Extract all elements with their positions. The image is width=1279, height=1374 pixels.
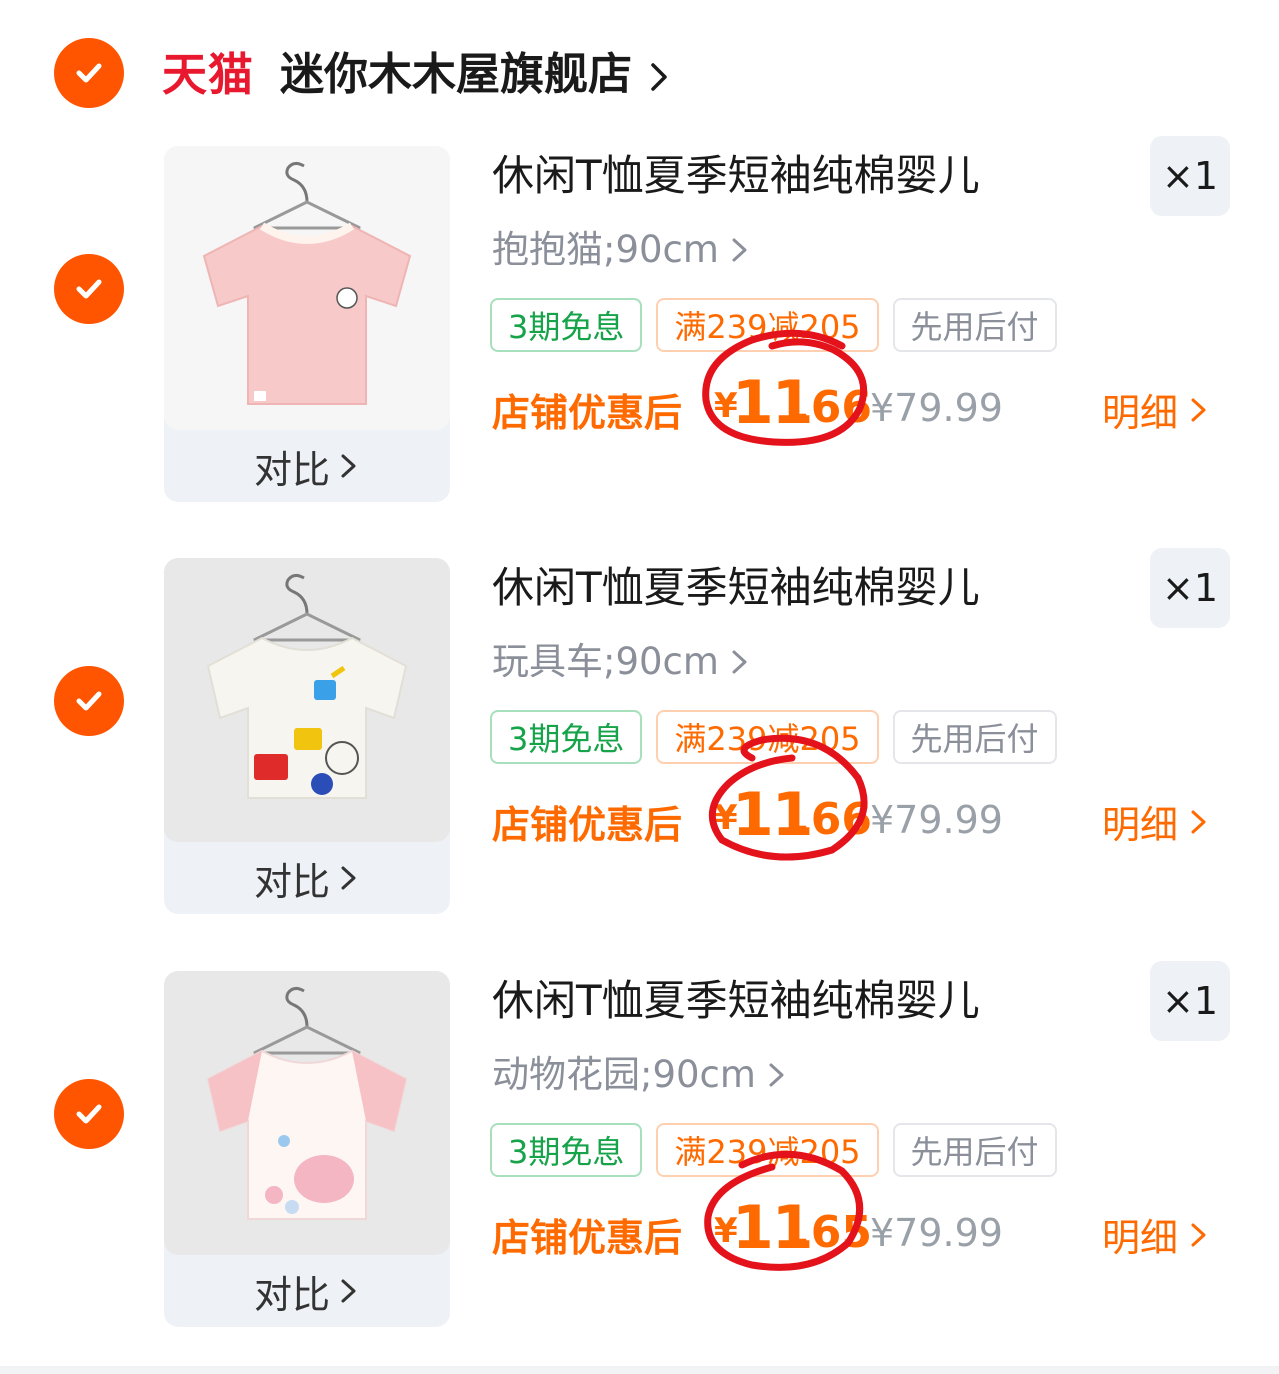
store-name-link[interactable]: 迷你木木屋旗舰店 (280, 40, 673, 110)
checkmark-icon (76, 1104, 102, 1124)
price-decimal: .66 (794, 794, 872, 845)
compare-label: 对比 (253, 447, 330, 492)
sku-label: 抱抱猫;90cm (492, 228, 719, 271)
price-row: 店铺优惠后 ¥ 11 .65 ¥79.99 明细 (492, 1150, 1232, 1271)
detail-link[interactable]: 明细 (1102, 1207, 1210, 1262)
installment-tag: 3期免息 (490, 710, 643, 764)
promo-tags: 3期免息 满239减205 先用后付 (490, 710, 1057, 764)
store-name: 迷你木木屋旗舰店 (280, 49, 632, 100)
chevron-right-icon (341, 866, 356, 890)
section-divider (0, 1366, 1279, 1374)
quantity-selector[interactable]: ×1 (1150, 548, 1230, 628)
pay-later-tag: 先用后付 (892, 1123, 1057, 1177)
installment-tag: 3期免息 (490, 298, 643, 352)
detail-label: 明细 (1102, 391, 1179, 435)
chevron-right-icon (1191, 1223, 1206, 1246)
pay-later-tag: 先用后付 (892, 710, 1057, 764)
product-image (164, 558, 450, 842)
cart-item: 对比 休闲T恤夏季短袖纯棉婴儿 ×1 动物花园;90cm 3期免息 满239减2… (0, 961, 1279, 1351)
price-label: 店铺优惠后 (492, 803, 683, 847)
checkmark-icon (76, 691, 102, 711)
item-select-checkbox[interactable] (54, 666, 124, 736)
compare-button[interactable]: 对比 (164, 842, 450, 914)
original-price: ¥79.99 (870, 798, 1003, 842)
promo-tags: 3期免息 满239减205 先用后付 (490, 298, 1057, 352)
product-title[interactable]: 休闲T恤夏季短袖纯棉婴儿 (492, 560, 980, 616)
price-label: 店铺优惠后 (492, 391, 683, 435)
compare-label: 对比 (253, 859, 330, 904)
product-title[interactable]: 休闲T恤夏季短袖纯棉婴儿 (492, 973, 980, 1029)
product-thumbnail[interactable]: 对比 (164, 971, 450, 1327)
checkmark-icon (76, 63, 102, 83)
quantity-selector[interactable]: ×1 (1150, 961, 1230, 1041)
product-thumbnail[interactable]: 对比 (164, 146, 450, 502)
compare-button[interactable]: 对比 (164, 430, 450, 502)
quantity-selector[interactable]: ×1 (1150, 136, 1230, 216)
compare-button[interactable]: 对比 (164, 1255, 450, 1327)
discount-tag: 满239减205 (656, 710, 879, 764)
chevron-right-icon (651, 63, 668, 91)
price-row: 店铺优惠后 ¥ 11 .66 ¥79.99 明细 (492, 734, 1232, 861)
price-row: 店铺优惠后 ¥ 11 .66 ¥79.99 明细 (492, 329, 1232, 446)
sku-selector[interactable]: 抱抱猫;90cm (492, 224, 751, 276)
chevron-right-icon (1191, 398, 1206, 421)
product-thumbnail[interactable]: 对比 (164, 558, 450, 914)
detail-link[interactable]: 明细 (1102, 382, 1210, 437)
sku-label: 动物花园;90cm (492, 1053, 756, 1096)
detail-link[interactable]: 明细 (1102, 794, 1210, 849)
discount-tag: 满239减205 (656, 298, 879, 352)
price-decimal: .65 (794, 1207, 872, 1258)
tmall-logo: 天猫 (162, 48, 255, 101)
product-image (164, 971, 450, 1255)
sku-selector[interactable]: 动物花园;90cm (492, 1049, 788, 1101)
chevron-right-icon (769, 1063, 784, 1087)
checkmark-icon (76, 279, 102, 299)
store-header: 天猫 迷你木木屋旗舰店 (0, 0, 1279, 140)
promo-tags: 3期免息 满239减205 先用后付 (490, 1123, 1057, 1177)
discount-tag: 满239减205 (656, 1123, 879, 1177)
chevron-right-icon (341, 454, 356, 478)
item-select-checkbox[interactable] (54, 1079, 124, 1149)
item-select-checkbox[interactable] (54, 254, 124, 324)
chevron-right-icon (1191, 810, 1206, 833)
chevron-right-icon (732, 650, 747, 674)
price-decimal: .66 (794, 382, 872, 433)
sku-label: 玩具车;90cm (492, 640, 719, 683)
detail-label: 明细 (1102, 1216, 1179, 1260)
product-image (164, 146, 450, 430)
price-label: 店铺优惠后 (492, 1216, 683, 1260)
product-title[interactable]: 休闲T恤夏季短袖纯棉婴儿 (492, 148, 980, 204)
chevron-right-icon (341, 1279, 356, 1303)
original-price: ¥79.99 (870, 386, 1003, 430)
compare-label: 对比 (253, 1272, 330, 1317)
chevron-right-icon (732, 238, 747, 262)
pay-later-tag: 先用后付 (892, 298, 1057, 352)
cart-item: 对比 休闲T恤夏季短袖纯棉婴儿 ×1 玩具车;90cm 3期免息 满239减20… (0, 548, 1279, 938)
store-select-checkbox[interactable] (54, 38, 124, 108)
sku-selector[interactable]: 玩具车;90cm (492, 636, 751, 688)
installment-tag: 3期免息 (490, 1123, 643, 1177)
cart-item: 对比 休闲T恤夏季短袖纯棉婴儿 ×1 抱抱猫;90cm 3期免息 满239减20… (0, 136, 1279, 526)
original-price: ¥79.99 (870, 1211, 1003, 1255)
detail-label: 明细 (1102, 803, 1179, 847)
